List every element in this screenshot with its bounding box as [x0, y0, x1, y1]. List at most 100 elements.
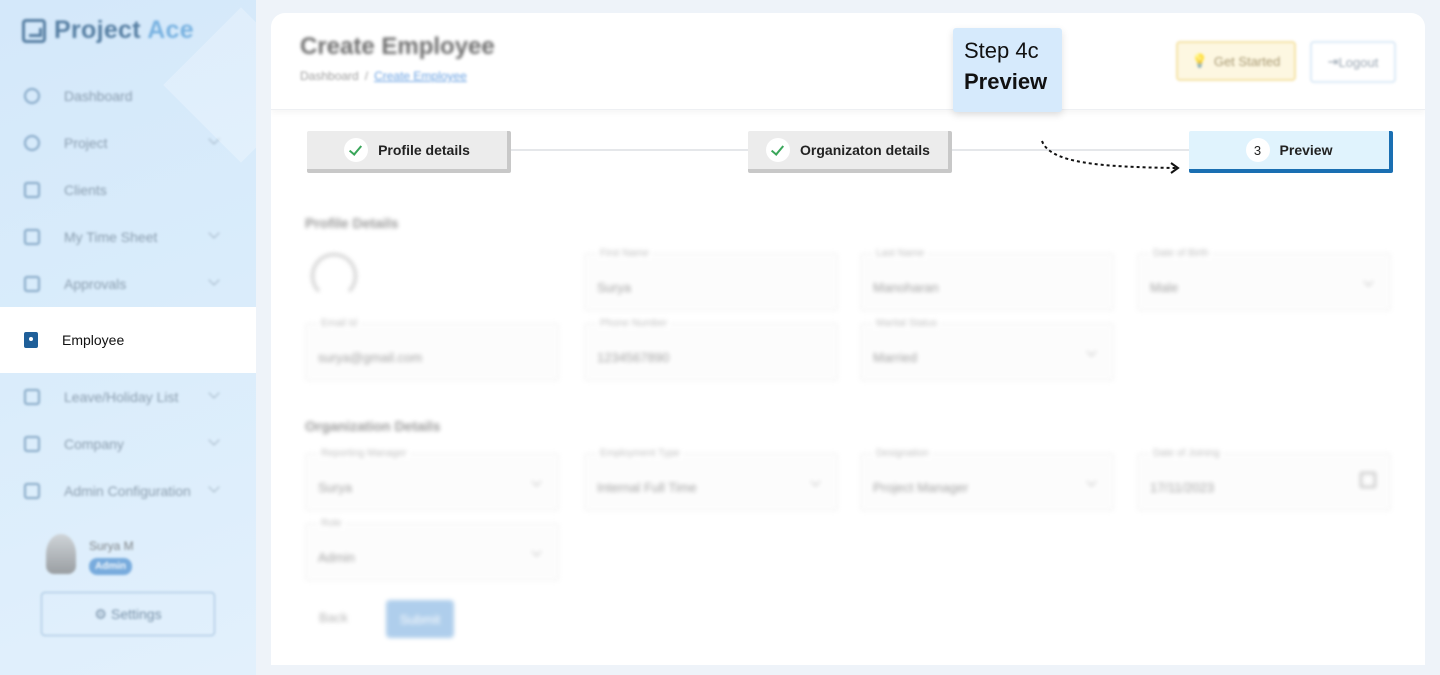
- breadcrumb-separator: /: [364, 69, 369, 83]
- step-number: 3: [1245, 138, 1270, 162]
- field-value: Project Manager: [873, 480, 969, 495]
- sidebar-item-approvals[interactable]: Approvals: [0, 260, 256, 307]
- sidebar-nav: Dashboard Project Clients My Time Sheet …: [0, 72, 256, 514]
- step-organization-details[interactable]: Organizaton details: [748, 131, 952, 173]
- sidebar-item-label: Clients: [64, 181, 107, 198]
- sidebar-item-label: Leave/Holiday List: [64, 388, 179, 405]
- role-select[interactable]: Role Admin: [305, 518, 559, 581]
- get-started-button[interactable]: 💡 Get Started: [1176, 41, 1296, 81]
- breadcrumb-dashboard[interactable]: Dashboard: [300, 69, 359, 83]
- callout-step: Step 4c: [964, 38, 1039, 63]
- user-name: Surya M: [89, 539, 134, 553]
- field-value: Surya: [597, 280, 631, 295]
- field-label: First Name: [597, 248, 652, 259]
- logout-button[interactable]: ⇥ Logout: [1310, 41, 1396, 83]
- chevron-down-icon: [810, 476, 821, 487]
- step-label: Preview: [1279, 142, 1333, 158]
- user-role-badge: Admin: [89, 558, 133, 575]
- field-label: Phone Number: [597, 318, 671, 329]
- sidebar-item-company[interactable]: Company: [0, 420, 256, 467]
- project-icon: [24, 134, 40, 151]
- sidebar-item-dashboard[interactable]: Dashboard: [0, 72, 256, 119]
- approvals-icon: [24, 275, 40, 292]
- field-label: Last Name: [873, 248, 928, 259]
- employment-type-select[interactable]: Employment Type Internal Full Time: [584, 448, 838, 511]
- check-icon: [344, 138, 369, 162]
- employee-icon: [24, 332, 38, 348]
- field-value: Married: [873, 350, 918, 365]
- step-preview[interactable]: 3 Preview: [1189, 131, 1393, 173]
- sidebar-item-admin-configuration[interactable]: Admin Configuration: [0, 467, 256, 514]
- field-value: 1234567890: [597, 350, 670, 365]
- first-name-field[interactable]: First Name Surya: [584, 248, 838, 311]
- sidebar-item-clients[interactable]: Clients: [0, 166, 256, 213]
- gender-select[interactable]: Date of Birth Male: [1137, 248, 1391, 311]
- field-value: Manoharan: [873, 280, 939, 295]
- sidebar-item-label: My Time Sheet: [64, 228, 158, 245]
- chevron-down-icon: [531, 476, 542, 487]
- logout-icon: ⇥: [1327, 54, 1339, 69]
- breadcrumb-create-employee[interactable]: Create Employee: [374, 69, 467, 83]
- field-value: Admin: [318, 550, 355, 565]
- timesheet-icon: [24, 228, 40, 245]
- field-value: Internal Full Time: [597, 480, 697, 495]
- logo-text: Project Ace: [54, 16, 194, 44]
- sidebar: Project Ace Dashboard Project Clients My…: [0, 0, 256, 675]
- settings-button[interactable]: ⚙ Settings: [41, 592, 215, 636]
- sidebar-item-project[interactable]: Project: [0, 119, 256, 166]
- field-label: Reporting Manager: [318, 448, 410, 459]
- field-label: Designation: [873, 448, 932, 459]
- sidebar-item-label: Project: [64, 134, 108, 151]
- organization-section-title: Organization Details: [305, 418, 441, 434]
- field-label: Employment Type: [597, 448, 683, 459]
- callout-arrow: [1041, 140, 1180, 174]
- field-label: Email Id: [318, 318, 361, 329]
- sidebar-item-label: Company: [64, 435, 124, 452]
- step-profile-details[interactable]: Profile details: [307, 131, 511, 173]
- dashboard-icon: [24, 87, 40, 104]
- field-label: Role: [318, 518, 345, 529]
- check-icon: [766, 138, 791, 162]
- date-of-joining-field[interactable]: Date of Joining 17/11/2023: [1137, 448, 1391, 511]
- clients-icon: [24, 181, 40, 198]
- field-value: 17/11/2023: [1150, 480, 1215, 495]
- settings-label: Settings: [110, 606, 162, 622]
- phone-field[interactable]: Phone Number 1234567890: [584, 318, 838, 381]
- breadcrumb: Dashboard / Create Employee: [300, 69, 467, 83]
- designation-select[interactable]: Designation Project Manager: [860, 448, 1114, 511]
- tutorial-callout: Step 4c Preview: [953, 28, 1062, 112]
- chevron-down-icon: [531, 546, 542, 557]
- field-value: Male: [1150, 280, 1179, 295]
- app-logo[interactable]: Project Ace: [22, 16, 194, 45]
- form-area: Profile Details First Name Surya Last Na…: [271, 13, 1425, 665]
- step-label: Profile details: [378, 142, 470, 158]
- callout-name: Preview: [964, 69, 1048, 94]
- admin-icon: [24, 482, 40, 499]
- get-started-label: Get Started: [1213, 53, 1281, 69]
- user-card: Surya M Admin ⚙ Settings: [32, 514, 228, 654]
- lightbulb-icon: 💡: [1191, 53, 1208, 68]
- sidebar-item-employee[interactable]: Employee: [0, 307, 256, 373]
- last-name-field[interactable]: Last Name Manoharan: [860, 248, 1114, 311]
- reporting-manager-select[interactable]: Reporting Manager Surya: [305, 448, 559, 511]
- logo-icon: [22, 18, 46, 43]
- profile-photo[interactable]: [311, 253, 357, 299]
- sidebar-item-label: Admin Configuration: [64, 482, 191, 499]
- sidebar-item-my-time-sheet[interactable]: My Time Sheet: [0, 213, 256, 260]
- page-header: Create Employee Dashboard / Create Emplo…: [271, 13, 1425, 110]
- submit-button[interactable]: Submit: [386, 600, 454, 638]
- stepper-connector: [511, 149, 749, 151]
- back-button[interactable]: Back: [319, 610, 348, 625]
- avatar[interactable]: [46, 534, 76, 574]
- field-value: Surya: [318, 480, 352, 495]
- email-field[interactable]: Email Id surya@gmail.com: [305, 318, 559, 381]
- marital-status-select[interactable]: Marital Status Married: [860, 318, 1114, 381]
- field-label: Marital Status: [873, 318, 941, 329]
- field-label: Date of Joining: [1150, 448, 1223, 459]
- chevron-down-icon: [1363, 276, 1374, 287]
- sidebar-item-leave-holiday-list[interactable]: Leave/Holiday List: [0, 373, 256, 420]
- chevron-down-icon: [1086, 476, 1097, 487]
- chevron-down-icon: [1086, 346, 1097, 357]
- field-value: surya@gmail.com: [318, 350, 423, 365]
- step-label: Organizaton details: [800, 142, 930, 158]
